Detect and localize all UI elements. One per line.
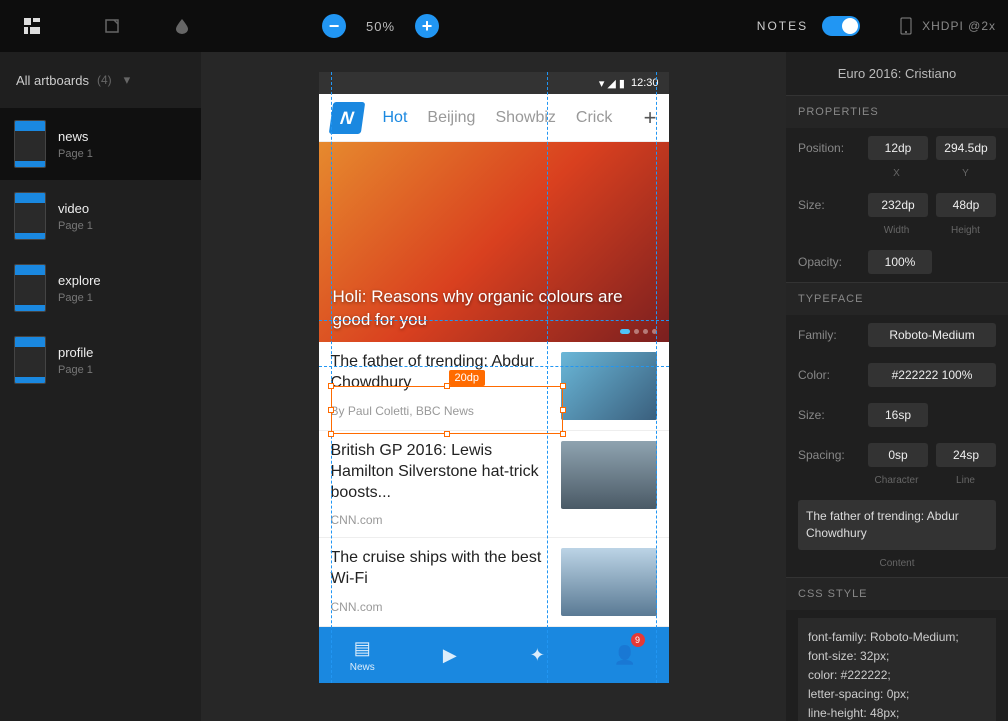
nav-news[interactable]: ▤News — [319, 627, 407, 683]
row-source: CNN.com — [331, 600, 547, 614]
artboard-item-video[interactable]: videoPage 1 — [0, 180, 201, 252]
app-tabbar: N Hot Beijing Showbiz Crick + — [319, 94, 669, 142]
nav-explore[interactable]: ✦ — [494, 627, 582, 683]
font-family-value[interactable]: Roboto-Medium — [868, 323, 996, 347]
selection-box[interactable] — [331, 386, 563, 434]
zoom-out-button[interactable]: − — [322, 14, 346, 38]
sidebar-header[interactable]: All artboards (4) ▾ — [0, 52, 201, 108]
nav-video[interactable]: ▶ — [406, 627, 494, 683]
artboard-thumb — [14, 120, 46, 168]
guide-vertical — [656, 72, 657, 683]
artboard-thumb — [14, 192, 46, 240]
news-row: The cruise ships with the best Wi-Fi CNN.… — [319, 538, 669, 627]
device-label[interactable]: XHDPI @2x — [922, 19, 996, 33]
artboard-preview: ▾ ◢ ▮ 12:30 N Hot Beijing Showbiz Crick … — [319, 72, 669, 683]
guide-horizontal — [319, 366, 669, 367]
opacity-value[interactable]: 100% — [868, 250, 932, 274]
device-icon — [900, 17, 912, 35]
guide-horizontal — [319, 320, 669, 321]
font-size-value[interactable]: 16sp — [868, 403, 928, 427]
content-value[interactable]: The father of trending: Abdur Chowdhury — [798, 500, 996, 550]
prop-position-label: Position: — [798, 141, 860, 155]
phone-statusbar: ▾ ◢ ▮ 12:30 — [319, 72, 669, 94]
artboard-sidebar: All artboards (4) ▾ newsPage 1 videoPage… — [0, 52, 201, 721]
artboard-thumb — [14, 264, 46, 312]
type-size-label: Size: — [798, 408, 860, 422]
line-spacing-value[interactable]: 24sp — [936, 443, 996, 467]
carousel-dots — [620, 329, 657, 334]
row-source: CNN.com — [331, 513, 547, 527]
sidebar-title: All artboards — [16, 73, 89, 88]
news-icon: ▤ — [354, 638, 371, 659]
css-output[interactable]: font-family: Roboto-Medium; font-size: 3… — [798, 618, 996, 721]
row-title: The cruise ships with the best Wi-Fi — [331, 548, 547, 590]
content-sublabel: Content — [786, 558, 1008, 577]
position-x-value[interactable]: 12dp — [868, 136, 928, 160]
droplet-tool-icon[interactable] — [162, 6, 202, 46]
person-icon: 👤 — [614, 645, 636, 666]
prop-opacity-label: Opacity: — [798, 255, 860, 269]
section-typeface: TYPEFACE — [786, 283, 1008, 315]
selected-layer-title: Euro 2016: Cristiano — [786, 52, 1008, 95]
size-w-value[interactable]: 232dp — [868, 193, 928, 217]
canvas-area[interactable]: ▾ ◢ ▮ 12:30 N Hot Beijing Showbiz Crick … — [201, 52, 786, 721]
font-color-value[interactable]: #222222 100% — [868, 363, 996, 387]
zoom-value: 50% — [366, 19, 395, 34]
position-y-value[interactable]: 294.5dp — [936, 136, 996, 160]
dimension-label: 20dp — [449, 370, 485, 386]
bottom-nav: ▤News ▶ ✦ 👤9 — [319, 627, 669, 683]
guide-vertical — [331, 72, 332, 683]
guide-vertical — [547, 72, 548, 683]
row-image — [561, 548, 657, 616]
note-tool-icon[interactable] — [92, 6, 132, 46]
hero-image: Holi: Reasons why organic colours are go… — [319, 142, 669, 342]
grid-tool-icon[interactable] — [12, 6, 52, 46]
tab-hot[interactable]: Hot — [383, 109, 408, 127]
notes-label: NOTES — [757, 19, 808, 33]
hero-headline: Holi: Reasons why organic colours are go… — [319, 276, 669, 342]
row-title: British GP 2016: Lewis Hamilton Silverst… — [331, 441, 547, 503]
top-toolbar: − 50% + NOTES XHDPI @2x — [0, 0, 1008, 52]
artboard-item-profile[interactable]: profilePage 1 — [0, 324, 201, 396]
type-color-label: Color: — [798, 368, 860, 382]
prop-size-label: Size: — [798, 198, 860, 212]
inspector-panel: Euro 2016: Cristiano PROPERTIES Position… — [786, 52, 1008, 721]
row-image — [561, 441, 657, 509]
play-icon: ▶ — [443, 645, 457, 666]
tab-beijing[interactable]: Beijing — [427, 109, 475, 127]
app-logo: N — [328, 102, 364, 134]
char-spacing-value[interactable]: 0sp — [868, 443, 928, 467]
news-row: British GP 2016: Lewis Hamilton Silverst… — [319, 431, 669, 538]
artboard-thumb — [14, 336, 46, 384]
signal-icon: ▾ ◢ ▮ — [599, 77, 625, 90]
section-css: CSS STYLE — [786, 578, 1008, 610]
compass-icon: ✦ — [530, 645, 545, 666]
artboard-count: (4) — [97, 73, 112, 87]
chevron-down-icon: ▾ — [124, 72, 131, 88]
notif-badge: 9 — [631, 633, 645, 647]
type-family-label: Family: — [798, 328, 860, 342]
size-h-value[interactable]: 48dp — [936, 193, 996, 217]
zoom-in-button[interactable]: + — [415, 14, 439, 38]
status-time: 12:30 — [631, 77, 659, 89]
tab-cricket[interactable]: Crick — [576, 109, 612, 127]
type-spacing-label: Spacing: — [798, 448, 860, 462]
artboard-item-news[interactable]: newsPage 1 — [0, 108, 201, 180]
row-image — [561, 352, 657, 420]
section-properties: PROPERTIES — [786, 96, 1008, 128]
notes-toggle[interactable] — [822, 16, 860, 36]
artboard-item-explore[interactable]: explorePage 1 — [0, 252, 201, 324]
